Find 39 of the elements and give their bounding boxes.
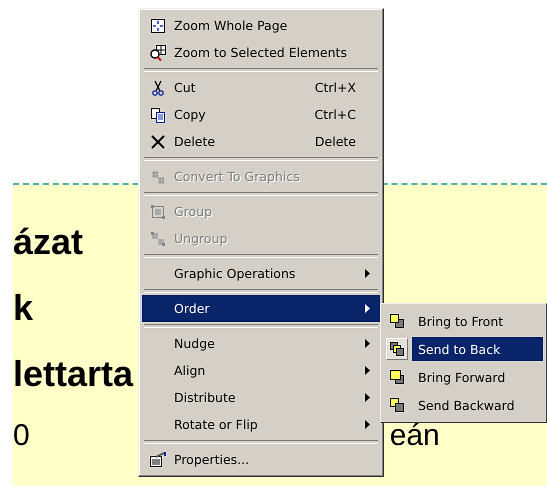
menu-item[interactable]: Order [142,295,380,322]
layers-icon [389,369,405,385]
delete-icon [150,134,166,150]
menu-item[interactable]: Align [142,357,380,384]
copy-icon [150,106,166,122]
scissors-icon [150,80,166,96]
menu-item[interactable]: Distribute [142,384,380,411]
submenu-arrow-icon [365,366,370,375]
document-text: lettarta [13,353,134,395]
submenu-item[interactable]: Send to Back [412,337,543,361]
document-text: eán [390,419,440,453]
group-icon [150,204,166,220]
menu-item[interactable]: Copy Ctrl+C [142,101,380,128]
menu-item[interactable]: Zoom to Selected Elements [142,39,380,66]
submenu-arrow-icon [365,304,370,313]
properties-icon [149,452,167,468]
submenu-arrow-icon [365,393,370,402]
menu-item[interactable]: Nudge [142,330,380,357]
document-text: ázat [13,221,84,263]
submenu-item[interactable]: Bring Forward [412,365,543,389]
menu-item[interactable]: Properties... [142,446,380,473]
document-text: k [13,287,34,329]
submenu-arrow-icon [365,420,370,429]
magnifier-icon [149,44,167,60]
ungroup-icon [150,230,166,246]
menu-item[interactable]: Delete Delete [142,128,380,155]
menu-item[interactable]: Graphic Operations [142,260,380,287]
submenu-item[interactable]: Bring to Front [412,309,543,333]
document-text: 0 [13,419,30,453]
submenu-item[interactable]: Send Backward [412,393,543,417]
layers-icon [389,313,405,329]
menu-item[interactable]: Cut Ctrl+X [142,74,380,101]
layers-icon [389,341,405,357]
grid-icon [150,168,166,184]
menu-item[interactable]: Rotate or Flip [142,411,380,438]
submenu-arrow-icon [365,269,370,278]
submenu-arrow-icon [365,339,370,348]
menu-item[interactable]: Zoom Whole Page [142,12,380,39]
zoom-page-icon [150,18,166,34]
